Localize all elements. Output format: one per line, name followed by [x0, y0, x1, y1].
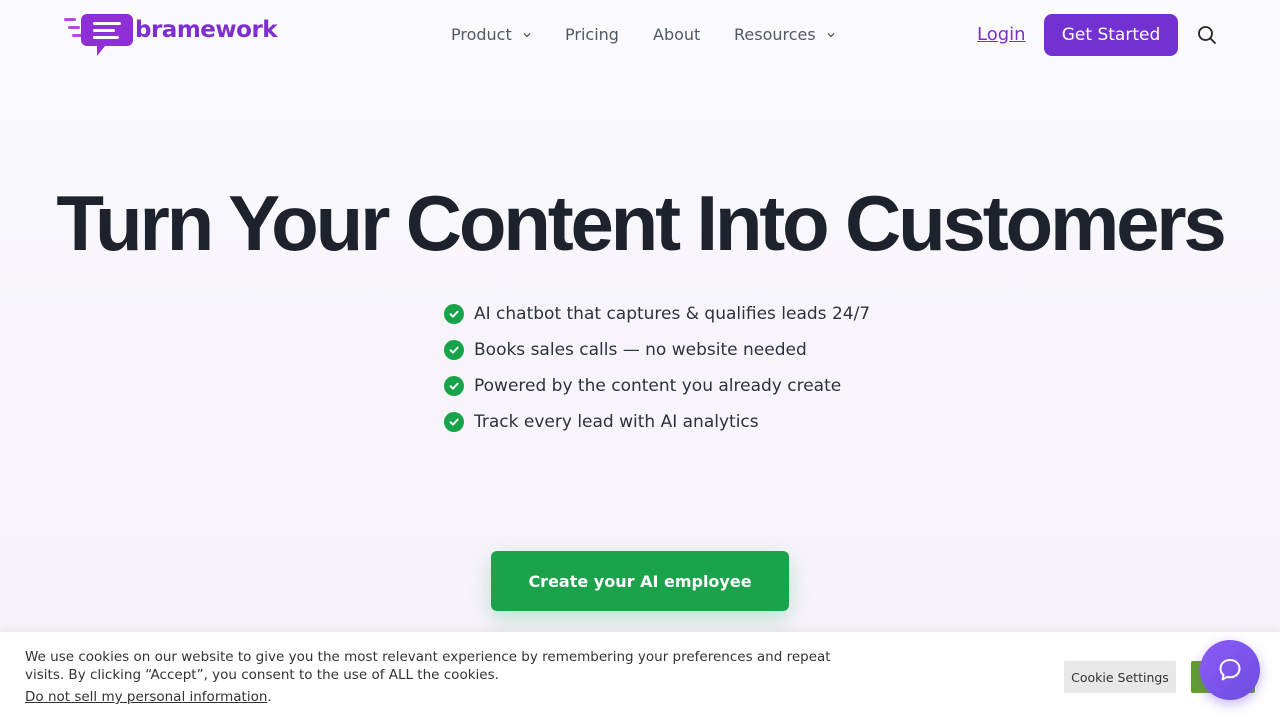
brand-logo[interactable]: bramework — [63, 12, 278, 58]
search-icon[interactable] — [1197, 25, 1217, 45]
cookie-settings-button[interactable]: Cookie Settings — [1064, 661, 1176, 693]
list-item: Books sales calls — no website needed — [444, 332, 904, 368]
nav-pricing[interactable]: Pricing — [565, 25, 619, 44]
nav-product[interactable]: Product — [451, 25, 532, 44]
brand-name: bramework — [135, 17, 278, 43]
check-circle-icon — [444, 376, 464, 396]
cookie-message: We use cookies on our website to give yo… — [25, 649, 831, 683]
nav-about[interactable]: About — [653, 25, 700, 44]
create-ai-employee-button[interactable]: Create your AI employee — [491, 551, 789, 611]
hero-title: Turn Your Content Into Customers — [56, 179, 1226, 267]
feature-list: AI chatbot that captures & qualifies lea… — [444, 296, 904, 440]
chevron-down-icon — [827, 32, 835, 37]
nav-resources[interactable]: Resources — [734, 25, 836, 44]
login-link[interactable]: Login — [977, 24, 1026, 45]
do-not-sell-link[interactable]: Do not sell my personal information — [25, 689, 267, 705]
check-circle-icon — [444, 412, 464, 432]
chevron-down-icon — [523, 32, 531, 37]
feature-text: AI chatbot that captures & qualifies lea… — [474, 304, 871, 324]
cookie-link-row: Do not sell my personal information. — [25, 689, 272, 705]
feature-text: Track every lead with AI analytics — [474, 412, 759, 432]
nav-resources-label: Resources — [734, 25, 816, 44]
feature-text: Powered by the content you already creat… — [474, 376, 842, 396]
feature-text: Books sales calls — no website needed — [474, 340, 807, 360]
list-item: Track every lead with AI analytics — [444, 404, 904, 440]
chat-icon — [1219, 659, 1241, 681]
site-header: bramework Product Pricing About Resource… — [0, 0, 1280, 70]
get-started-button[interactable]: Get Started — [1044, 14, 1178, 56]
cookie-link-suffix: . — [267, 689, 272, 705]
logo-mark-icon — [64, 14, 133, 56]
check-circle-icon — [444, 304, 464, 324]
list-item: AI chatbot that captures & qualifies lea… — [444, 296, 904, 332]
nav-product-label: Product — [451, 25, 512, 44]
list-item: Powered by the content you already creat… — [444, 368, 904, 404]
chat-launcher-button[interactable] — [1200, 640, 1260, 700]
cookie-consent-bar: We use cookies on our website to give yo… — [0, 632, 1280, 720]
nav-pricing-label: Pricing — [565, 25, 619, 44]
check-circle-icon — [444, 340, 464, 360]
nav-about-label: About — [653, 25, 701, 44]
